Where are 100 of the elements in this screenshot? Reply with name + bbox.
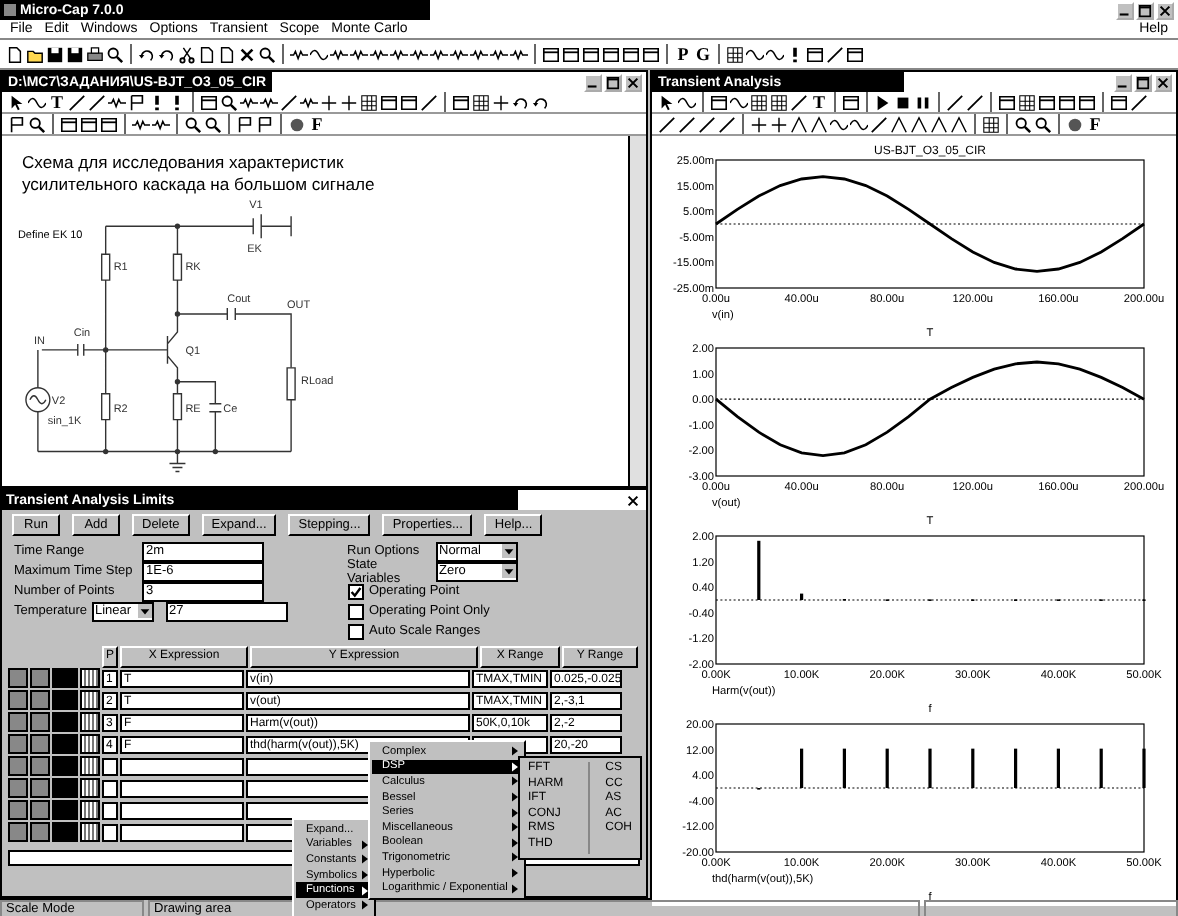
frame-icon[interactable] xyxy=(582,45,600,63)
flag-icon[interactable] xyxy=(256,115,274,133)
pattern-button[interactable] xyxy=(79,690,100,710)
zigzag-icon[interactable] xyxy=(300,93,318,111)
wave-icon[interactable] xyxy=(678,93,696,111)
frame-icon[interactable] xyxy=(642,45,660,63)
style-button[interactable] xyxy=(30,712,51,732)
frame-icon[interactable] xyxy=(100,115,118,133)
grid-icon[interactable] xyxy=(750,93,768,111)
style-button[interactable] xyxy=(30,668,51,688)
frame-icon[interactable] xyxy=(1038,93,1056,111)
close-icon[interactable] xyxy=(1156,1,1174,19)
frame-icon[interactable] xyxy=(710,93,728,111)
color-button[interactable] xyxy=(52,778,78,798)
plus-icon[interactable] xyxy=(750,115,768,133)
color-button[interactable] xyxy=(52,734,78,754)
cross-mark-icon[interactable] xyxy=(238,45,256,63)
dropdown-arrow-icon[interactable] xyxy=(137,604,151,618)
magnifier-icon[interactable] xyxy=(1014,115,1032,133)
grid-icon[interactable] xyxy=(360,93,378,111)
diagonal-line-icon[interactable] xyxy=(698,115,716,133)
magnifier-icon[interactable] xyxy=(28,115,46,133)
style-button[interactable] xyxy=(8,734,29,754)
color-button[interactable] xyxy=(52,690,78,710)
plus-icon[interactable] xyxy=(770,115,788,133)
color-button[interactable] xyxy=(52,800,78,820)
close-icon[interactable] xyxy=(626,493,640,507)
diagonal-line-icon[interactable] xyxy=(966,93,984,111)
pattern-button[interactable] xyxy=(79,734,100,754)
diagonal-line-icon[interactable] xyxy=(280,93,298,111)
zigzag-icon[interactable] xyxy=(290,45,308,63)
dropdown-arrow-icon[interactable] xyxy=(501,564,515,578)
flag-icon[interactable] xyxy=(236,115,254,133)
pointer-icon[interactable] xyxy=(658,93,676,111)
style-button[interactable] xyxy=(30,734,51,754)
scissors-icon[interactable] xyxy=(178,45,196,63)
frame-icon[interactable] xyxy=(80,115,98,133)
diagonal-line-icon[interactable] xyxy=(826,45,844,63)
wave-icon[interactable] xyxy=(310,45,328,63)
diagonal-line-icon[interactable] xyxy=(946,93,964,111)
close-icon[interactable] xyxy=(624,73,642,91)
diagonal-line-icon[interactable] xyxy=(870,115,888,133)
sphere-icon[interactable] xyxy=(1066,115,1084,133)
toolbar-letter[interactable]: T xyxy=(48,93,66,111)
maximize-icon[interactable] xyxy=(1136,1,1154,19)
diagonal-line-icon[interactable] xyxy=(88,93,106,111)
color-button[interactable] xyxy=(52,712,78,732)
pattern-button[interactable] xyxy=(79,712,100,732)
frame-icon[interactable] xyxy=(452,93,470,111)
diagonal-line-icon[interactable] xyxy=(1130,93,1148,111)
frame-icon[interactable] xyxy=(400,93,418,111)
style-button[interactable] xyxy=(8,690,29,710)
page-icon[interactable] xyxy=(6,45,24,63)
minimize-icon[interactable] xyxy=(1114,73,1132,91)
minimize-icon[interactable] xyxy=(1116,1,1134,19)
scrollbar[interactable] xyxy=(628,136,646,486)
style-button[interactable] xyxy=(8,778,29,798)
frame-icon[interactable] xyxy=(602,45,620,63)
table-cell[interactable] xyxy=(120,801,244,819)
diagonal-line-icon[interactable] xyxy=(678,115,696,133)
style-button[interactable] xyxy=(30,822,51,842)
diagonal-line-icon[interactable] xyxy=(420,93,438,111)
frame-icon[interactable] xyxy=(380,93,398,111)
folder-icon[interactable] xyxy=(26,45,44,63)
maximize-icon[interactable] xyxy=(1134,73,1152,91)
frame-icon[interactable] xyxy=(1058,93,1076,111)
close-icon[interactable] xyxy=(1154,73,1172,91)
style-button[interactable] xyxy=(8,822,29,842)
color-button[interactable] xyxy=(52,668,78,688)
frame-icon[interactable] xyxy=(562,45,580,63)
pattern-button[interactable] xyxy=(79,822,100,842)
grid-icon[interactable] xyxy=(770,93,788,111)
toolbar-letter[interactable]: F xyxy=(1086,115,1104,133)
color-button[interactable] xyxy=(52,756,78,776)
toolbar-letter[interactable]: P xyxy=(674,45,692,63)
pattern-button[interactable] xyxy=(79,756,100,776)
magnifier-icon[interactable] xyxy=(106,45,124,63)
style-button[interactable] xyxy=(30,800,51,820)
magnifier-icon[interactable] xyxy=(184,115,202,133)
minimize-icon[interactable] xyxy=(584,73,602,91)
table-cell[interactable] xyxy=(120,757,244,775)
style-button[interactable] xyxy=(8,668,29,688)
dropdown-arrow-icon[interactable] xyxy=(501,544,515,558)
checkbox[interactable] xyxy=(347,583,363,599)
style-button[interactable] xyxy=(30,756,51,776)
magnifier-icon[interactable] xyxy=(220,93,238,111)
plus-icon[interactable] xyxy=(320,93,338,111)
flag-icon[interactable] xyxy=(128,93,146,111)
grid-icon[interactable] xyxy=(726,45,744,63)
frame-icon[interactable] xyxy=(806,45,824,63)
pattern-button[interactable] xyxy=(79,800,100,820)
checkbox[interactable] xyxy=(347,623,363,639)
plus-icon[interactable] xyxy=(492,93,510,111)
style-button[interactable] xyxy=(8,712,29,732)
diagonal-line-icon[interactable] xyxy=(658,115,676,133)
maximize-icon[interactable] xyxy=(604,73,622,91)
toolbar-letter[interactable]: T xyxy=(810,93,828,111)
style-button[interactable] xyxy=(30,778,51,798)
diagonal-line-icon[interactable] xyxy=(790,93,808,111)
wave-icon[interactable] xyxy=(730,93,748,111)
